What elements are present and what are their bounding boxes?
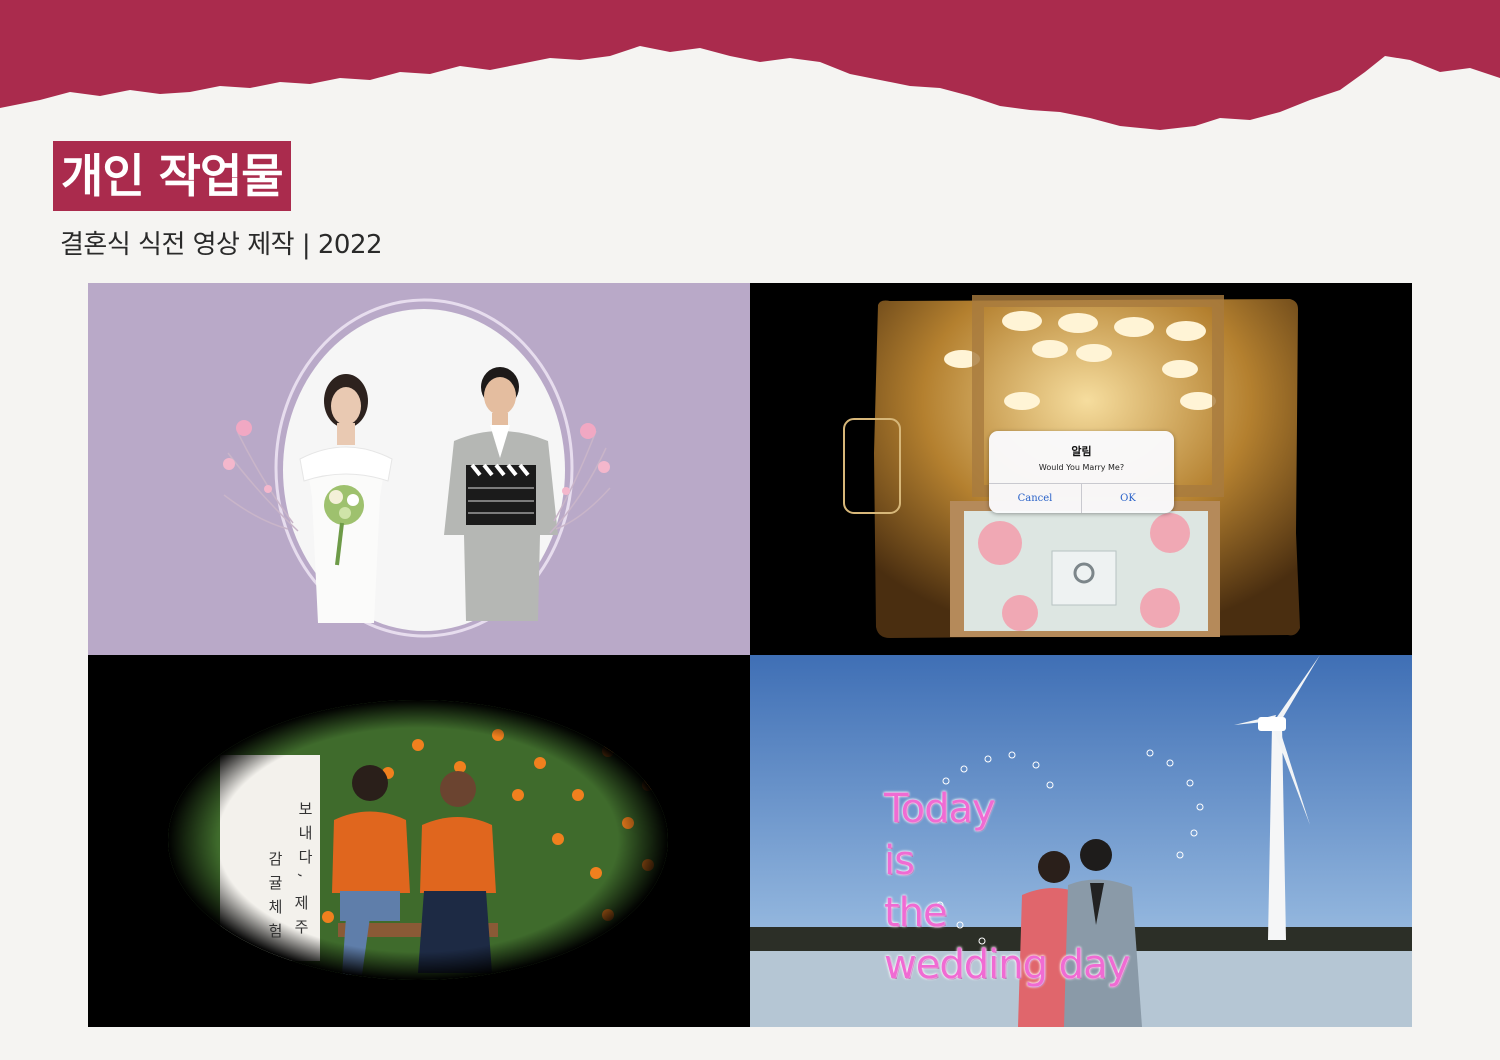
vignette-overlay [168, 700, 668, 980]
tile-tangerine-orchard: 보내다, 감귤체험 제주 [88, 655, 750, 1027]
alert-title: 알림 [1071, 445, 1092, 458]
ok-button[interactable]: OK [1081, 484, 1174, 513]
cancel-button[interactable]: Cancel [989, 484, 1081, 513]
portfolio-grid: 알림 Would You Marry Me? Cancel OK 보내다, 감귤… [88, 283, 1412, 1027]
wedding-day-caption: Today is the wedding day [884, 783, 1130, 991]
proposal-alert-dialog: 알림 Would You Marry Me? Cancel OK [989, 431, 1174, 513]
banner-text-col3: 제주 [292, 895, 310, 943]
torn-paper-edge [0, 0, 1500, 130]
alert-button-row: Cancel OK [989, 483, 1174, 513]
caption-line-the: the [884, 890, 948, 936]
orchard-scene-art [168, 700, 668, 980]
page-subtitle: 결혼식 식전 영상 제작 | 2022 [60, 230, 383, 260]
caption-line-today: Today [884, 786, 996, 832]
caption-line-wedding-day: wedding day [884, 942, 1130, 988]
couple-portrait-art [223, 298, 611, 638]
banner-text-col1: 보내다, [296, 801, 314, 887]
caption-line-is: is [884, 838, 915, 884]
tile-proposal-video: 알림 Would You Marry Me? Cancel OK [750, 283, 1412, 655]
tile-couple-portrait [88, 283, 750, 655]
clapperboard-icon [466, 463, 536, 525]
tile-wedding-day: Today is the wedding day [750, 655, 1412, 1027]
banner-text-col2: 감귤체험 [266, 851, 284, 947]
alert-message: Would You Marry Me? [1038, 463, 1125, 472]
page-title: 개인 작업물 [53, 141, 291, 211]
torn-paper-header [0, 0, 1500, 130]
ring-display [1051, 550, 1117, 606]
